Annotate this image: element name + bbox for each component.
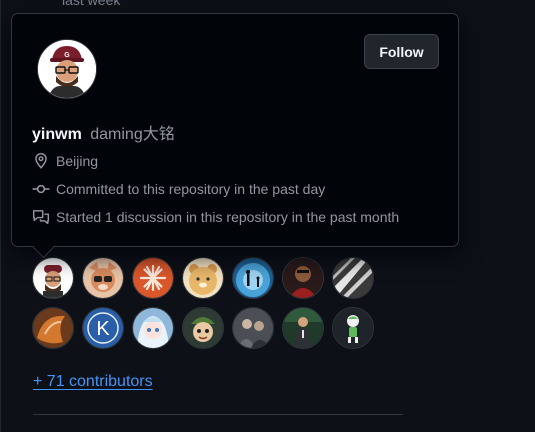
more-contributors-link[interactable]: + 71 contributors — [33, 373, 153, 391]
contributor-avatar-7[interactable] — [332, 257, 374, 299]
contributor-avatar-4[interactable] — [182, 257, 224, 299]
follow-button[interactable]: Follow — [364, 34, 439, 69]
hovercard-login[interactable]: yinwm — [32, 126, 82, 143]
contributor-avatar-10[interactable] — [132, 307, 174, 349]
contributor-avatar-5[interactable] — [232, 257, 274, 299]
hovercard-location: Beijing — [32, 152, 98, 170]
contributor-avatar-14[interactable] — [332, 307, 374, 349]
commit-icon — [32, 184, 50, 194]
svg-text:K: K — [96, 318, 110, 340]
contributor-avatar-8[interactable] — [32, 307, 74, 349]
contributor-avatar-3[interactable] — [132, 257, 174, 299]
contributor-avatar-12[interactable] — [232, 307, 274, 349]
left-edge-divider — [0, 0, 1, 432]
faded-timestamp: last week — [62, 0, 121, 8]
hovercard-activity-commit: Committed to this repository in the past… — [32, 180, 325, 198]
contributor-avatar-11[interactable] — [182, 307, 224, 349]
contributor-avatar-6[interactable] — [282, 257, 324, 299]
location-icon — [35, 152, 47, 169]
contributor-avatar-yinwm[interactable] — [32, 257, 74, 299]
discussion-icon — [32, 210, 50, 225]
contributor-avatar-13[interactable] — [282, 307, 324, 349]
hovercard-location-text: Beijing — [56, 153, 99, 169]
user-hovercard: G Follow yinwm daming大铭 Beijing Committe… — [11, 13, 459, 247]
hovercard-activity-commit-text: Committed to this repository in the past… — [56, 181, 326, 197]
hovercard-activity-discussion-text: Started 1 discussion in this repository … — [56, 209, 400, 225]
hovercard-avatar[interactable]: G — [37, 39, 97, 99]
hovercard-full-name: daming大铭 — [90, 126, 175, 143]
svg-text:G: G — [64, 52, 70, 59]
contributor-avatar-2[interactable] — [82, 257, 124, 299]
section-divider — [33, 414, 403, 415]
contributor-avatar-9[interactable]: K — [82, 307, 124, 349]
hovercard-activity-discussion: Started 1 discussion in this repository … — [32, 208, 399, 226]
hovercard-name-line: yinwm daming大铭 — [32, 120, 175, 144]
